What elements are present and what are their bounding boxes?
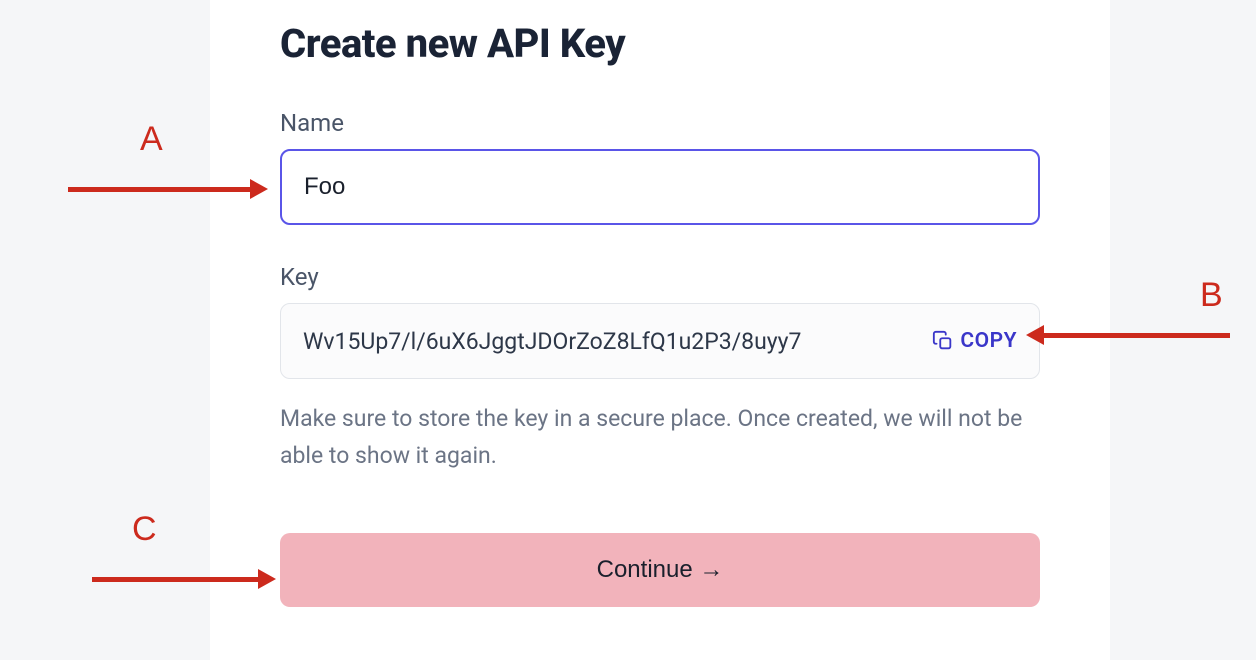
continue-button[interactable]: Continue → bbox=[280, 533, 1040, 607]
copy-icon bbox=[932, 330, 954, 352]
key-display-box: Wv15Up7/l/6uX6JggtJDOrZoZ8LfQ1u2P3/8uyy7… bbox=[280, 303, 1040, 379]
dialog-content: Create new API Key Name Key Wv15Up7/l/6u… bbox=[280, 0, 1040, 607]
annotation-b-label: B bbox=[1200, 276, 1223, 315]
key-help-text: Make sure to store the key in a secure p… bbox=[280, 401, 1040, 475]
key-value-text: Wv15Up7/l/6uX6JggtJDOrZoZ8LfQ1u2P3/8uyy7 bbox=[303, 328, 922, 355]
dialog-title: Create new API Key bbox=[280, 20, 1040, 67]
api-key-dialog: Create new API Key Name Key Wv15Up7/l/6u… bbox=[210, 0, 1110, 660]
continue-button-label: Continue → bbox=[597, 556, 724, 584]
annotation-a-label: A bbox=[140, 120, 163, 159]
name-field-label: Name bbox=[280, 109, 1040, 137]
annotation-c-label: C bbox=[132, 510, 157, 549]
key-field-label: Key bbox=[280, 263, 1040, 291]
copy-button-label: COPY bbox=[960, 329, 1017, 353]
name-input[interactable] bbox=[280, 149, 1040, 225]
copy-button[interactable]: COPY bbox=[932, 329, 1017, 353]
